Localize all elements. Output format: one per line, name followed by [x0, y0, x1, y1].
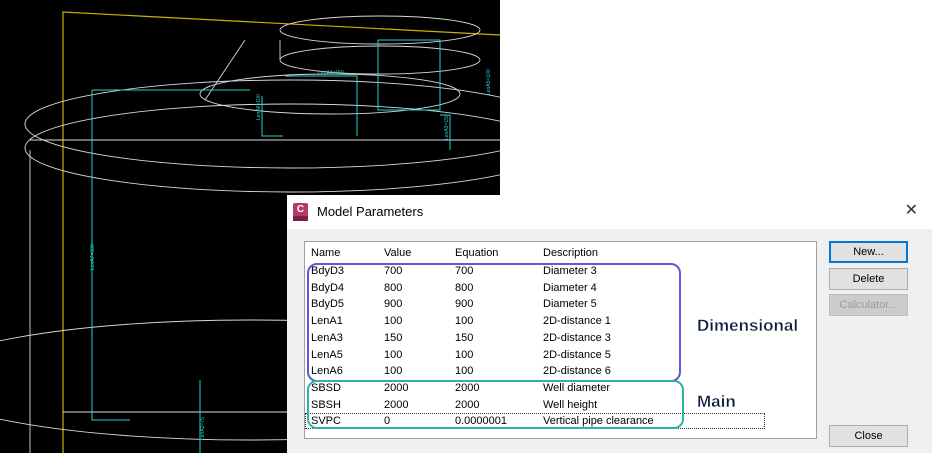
- dimensional-group-box: [307, 263, 681, 382]
- column-header-value[interactable]: Value: [384, 247, 411, 259]
- dim-label: LenA6=100: [256, 94, 262, 120]
- main-label: Main: [697, 392, 736, 411]
- delete-button[interactable]: Delete: [829, 268, 908, 290]
- main-group-box: [307, 380, 684, 429]
- dialog-title: Model Parameters: [317, 204, 424, 219]
- list-header: Name Value Equation Description: [305, 242, 816, 259]
- calculator-button[interactable]: Calculator...: [829, 294, 908, 316]
- app-icon: C: [293, 203, 308, 221]
- model-parameters-dialog: C Model Parameters ✕ Name Value Equation…: [287, 195, 932, 453]
- dim-label: LenA2=75: [200, 417, 206, 440]
- dim-label: LenA3=150: [444, 114, 450, 140]
- dim-label: LenA5=100: [486, 69, 492, 95]
- dimensional-label: Dimensional: [697, 316, 799, 335]
- dialog-titlebar: C Model Parameters ✕: [287, 195, 932, 229]
- column-header-description[interactable]: Description: [543, 247, 598, 259]
- close-button[interactable]: Close: [829, 425, 908, 447]
- dim-label: LenA7=500: [90, 244, 96, 270]
- new-button[interactable]: New...: [829, 241, 908, 263]
- dim-label: LenA4=150: [318, 70, 344, 76]
- close-icon[interactable]: ✕: [905, 200, 918, 220]
- column-header-name[interactable]: Name: [311, 247, 340, 259]
- column-header-equation[interactable]: Equation: [455, 247, 498, 259]
